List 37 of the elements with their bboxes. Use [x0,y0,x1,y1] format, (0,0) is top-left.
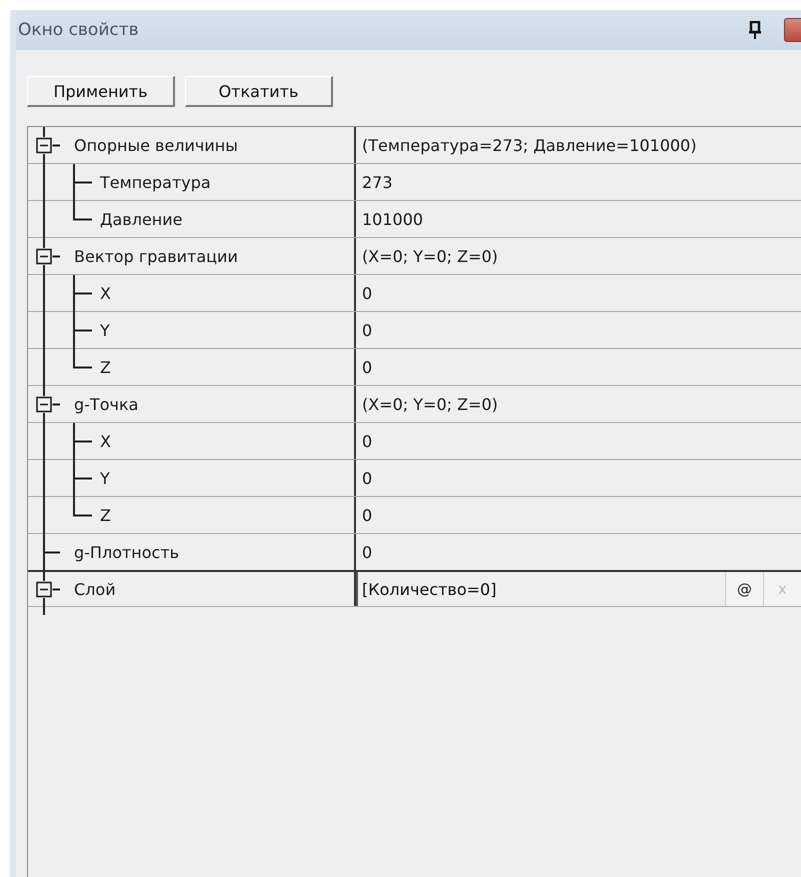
property-name-cell[interactable]: Слой [28,572,356,606]
toolbar-button[interactable]: Применить [27,76,175,107]
collapse-icon[interactable] [36,396,52,412]
property-value-cell[interactable]: (X=0; Y=0; Z=0) [356,238,801,274]
property-name-cell[interactable]: Y [28,312,356,348]
property-name-cell[interactable]: g-Точка [28,386,356,422]
property-value-cell[interactable]: 0 [356,423,801,459]
tree-connector [43,460,92,496]
close-button[interactable] [784,18,801,42]
collapse-icon[interactable] [36,581,52,597]
toolbar-button[interactable]: Откатить [185,76,333,107]
property-value-cell[interactable]: 0 [356,349,801,385]
window-title: Окно свойств [18,20,140,40]
property-value-cell[interactable]: 273 [356,164,801,200]
property-value-cell[interactable]: 0 [356,497,801,533]
property-value-cell[interactable]: 0 [356,534,801,570]
property-name-cell[interactable]: Y [28,460,356,496]
collapse-icon[interactable] [36,137,52,153]
property-name-cell[interactable]: Давление [28,201,356,237]
property-name-cell[interactable]: Z [28,497,356,533]
property-value-cell[interactable]: 0 [356,275,801,311]
property-name-cell[interactable]: Опорные величины [28,127,356,163]
property-name-cell[interactable]: X [28,423,356,459]
property-value-cell[interactable]: 0 [356,312,801,348]
property-name-cell[interactable]: Вектор гравитации [28,238,356,274]
editor-button[interactable]: @ [725,572,763,606]
property-name-cell[interactable]: g-Плотность [28,534,356,570]
property-name-cell[interactable]: X [28,275,356,311]
pin-icon[interactable] [748,21,762,39]
property-name-cell[interactable]: Z [28,349,356,385]
tree-connector [43,312,92,348]
property-value-cell[interactable]: (X=0; Y=0; Z=0) [356,386,801,422]
collapse-icon[interactable] [36,248,52,264]
property-name-cell[interactable]: Температура [28,164,356,200]
property-value-cell[interactable]: 0 [356,460,801,496]
property-value-cell[interactable]: 101000 [356,201,801,237]
property-value-cell[interactable]: (Температура=273; Давление=101000) [356,127,801,163]
